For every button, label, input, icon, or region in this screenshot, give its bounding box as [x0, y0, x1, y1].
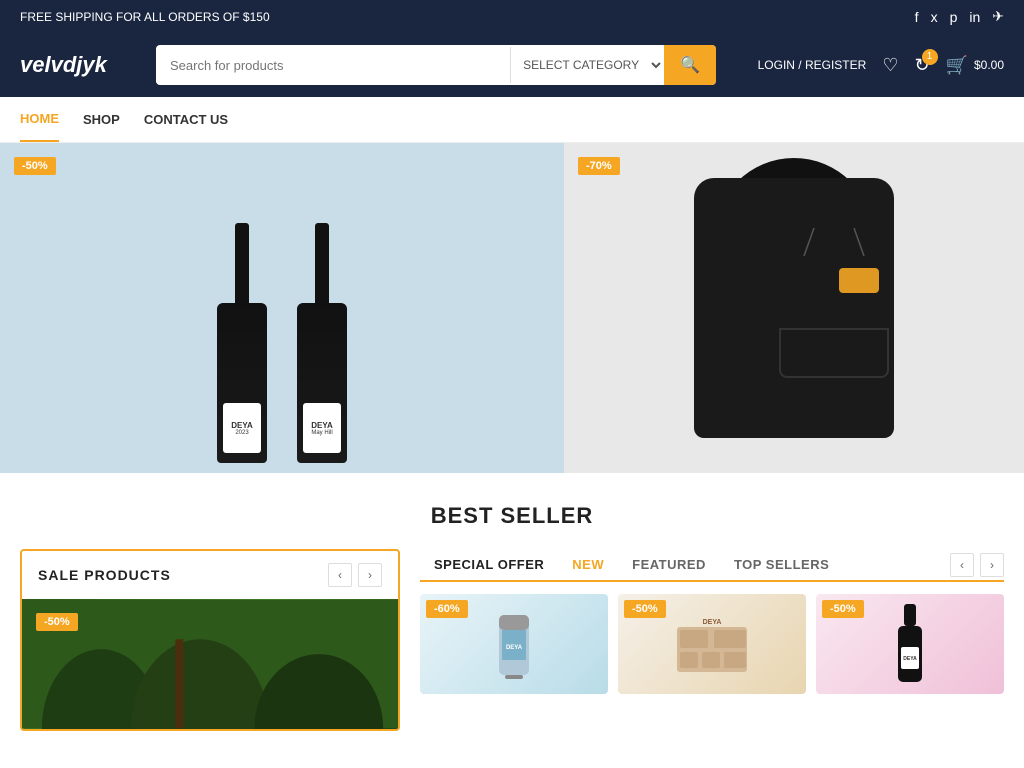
sale-products-title: SALE PRODUCTS	[38, 567, 171, 583]
compare-badge: 1	[922, 49, 938, 65]
header: velvdjyk SELECT CATEGORY 🔍 LOGIN / REGIS…	[0, 33, 1024, 97]
hero-right: -70%	[564, 143, 1024, 473]
hoodie-pocket	[779, 328, 889, 378]
sale-products-nav: ‹ ›	[328, 563, 382, 587]
wishlist-button[interactable]: ♡	[882, 55, 898, 76]
search-input[interactable]	[156, 48, 510, 83]
bottle-body-2: DEYA May Hill	[297, 303, 347, 463]
wine-bottles: DEYA 2023 DEYA May Hill	[207, 223, 357, 473]
bottle-neck-1	[235, 223, 249, 303]
hero-right-badge: -70%	[578, 157, 620, 175]
sale-products-panel: SALE PRODUCTS ‹ › -50%	[20, 549, 400, 731]
product-card-1[interactable]: -60% DEYA	[420, 594, 608, 694]
telegram-icon[interactable]: ✈	[992, 8, 1004, 25]
logo[interactable]: velvdjyk	[20, 52, 140, 78]
nav-item-contact[interactable]: CONTACT US	[144, 98, 228, 141]
tab-special-offer[interactable]: SPECIAL OFFER	[420, 549, 558, 582]
sale-product-bg-svg	[22, 599, 398, 729]
bottle-2: DEYA May Hill	[287, 223, 357, 463]
tab-top-sellers[interactable]: TOP SELLERS	[720, 549, 843, 580]
special-offer-prev[interactable]: ‹	[950, 553, 974, 577]
wine-bottle-svg: DEYA	[890, 602, 930, 687]
svg-text:DEYA: DEYA	[703, 619, 722, 626]
svg-text:DEYA: DEYA	[506, 645, 523, 651]
bottle-label-1: DEYA 2023	[223, 403, 261, 453]
product-card-3[interactable]: -50% DEYA	[816, 594, 1004, 694]
bottle-label-2: DEYA May Hill	[303, 403, 341, 453]
sale-products-next[interactable]: ›	[358, 563, 382, 587]
main-nav: HOME SHOP CONTACT US	[0, 97, 1024, 143]
bottom-grid: SALE PRODUCTS ‹ › -50% SPECIAL OFFER NEW…	[0, 539, 1024, 751]
product-2-badge: -50%	[624, 600, 666, 618]
bottle-body-1: DEYA 2023	[217, 303, 267, 463]
bottle-neck-2	[315, 223, 329, 303]
cart-icon: 🛒	[946, 55, 968, 76]
compare-button[interactable]: ↻ 1	[914, 55, 929, 76]
special-offer-panel: SPECIAL OFFER NEW FEATURED TOP SELLERS ‹…	[420, 549, 1004, 731]
linkedin-icon[interactable]: in	[969, 9, 980, 25]
bottle-1: DEYA 2023	[207, 223, 277, 463]
header-actions: LOGIN / REGISTER ♡ ↻ 1 🛒 $0.00	[758, 55, 1004, 76]
sale-products-header: SALE PRODUCTS ‹ ›	[22, 551, 398, 599]
sale-product-image: -50%	[22, 599, 398, 729]
facebook-icon[interactable]: f	[915, 9, 919, 25]
best-seller-title: BEST SELLER	[20, 503, 1004, 529]
search-button[interactable]: 🔍	[664, 45, 716, 85]
search-bar: SELECT CATEGORY 🔍	[156, 45, 716, 85]
hero-left: -50% DEYA 2023 DEYA May Hill	[0, 143, 564, 473]
product-1-badge: -60%	[426, 600, 468, 618]
top-bar: FREE SHIPPING FOR ALL ORDERS OF $150 f x…	[0, 0, 1024, 33]
hoodie-logo-badge	[839, 268, 879, 293]
sale-products-prev[interactable]: ‹	[328, 563, 352, 587]
tab-featured[interactable]: FEATURED	[618, 549, 720, 580]
cart-price: $0.00	[974, 58, 1004, 72]
special-offer-next[interactable]: ›	[980, 553, 1004, 577]
beer-can-svg: DEYA	[489, 607, 539, 682]
tab-new[interactable]: NEW	[558, 549, 618, 580]
product-card-2[interactable]: -50% DEYA	[618, 594, 806, 694]
hoodie-image	[654, 158, 934, 458]
hoodie-drawstring	[774, 228, 894, 258]
hoodie-body	[694, 178, 894, 438]
svg-text:DEYA: DEYA	[903, 656, 917, 662]
nav-item-home[interactable]: HOME	[20, 97, 59, 142]
hero-section: -50% DEYA 2023 DEYA May Hill	[0, 143, 1024, 473]
best-seller-section: BEST SELLER	[0, 473, 1024, 539]
twitter-x-icon[interactable]: x	[931, 9, 938, 25]
social-icons: f x p in ✈	[915, 8, 1004, 25]
special-offer-arrows: ‹ ›	[950, 553, 1004, 577]
pinterest-icon[interactable]: p	[950, 9, 958, 25]
nav-item-shop[interactable]: SHOP	[83, 98, 120, 141]
special-offer-tabs: SPECIAL OFFER NEW FEATURED TOP SELLERS ‹…	[420, 549, 1004, 582]
product-3-badge: -50%	[822, 600, 864, 618]
chocolate-svg: DEYA	[672, 612, 752, 677]
product-cards: -60% DEYA -50%	[420, 594, 1004, 694]
category-select[interactable]: SELECT CATEGORY	[510, 47, 664, 83]
hero-left-badge: -50%	[14, 157, 56, 175]
sale-product-badge: -50%	[36, 613, 78, 631]
cart-button[interactable]: 🛒 $0.00	[946, 55, 1004, 76]
login-register-link[interactable]: LOGIN / REGISTER	[758, 58, 867, 72]
top-bar-message: FREE SHIPPING FOR ALL ORDERS OF $150	[20, 10, 915, 24]
